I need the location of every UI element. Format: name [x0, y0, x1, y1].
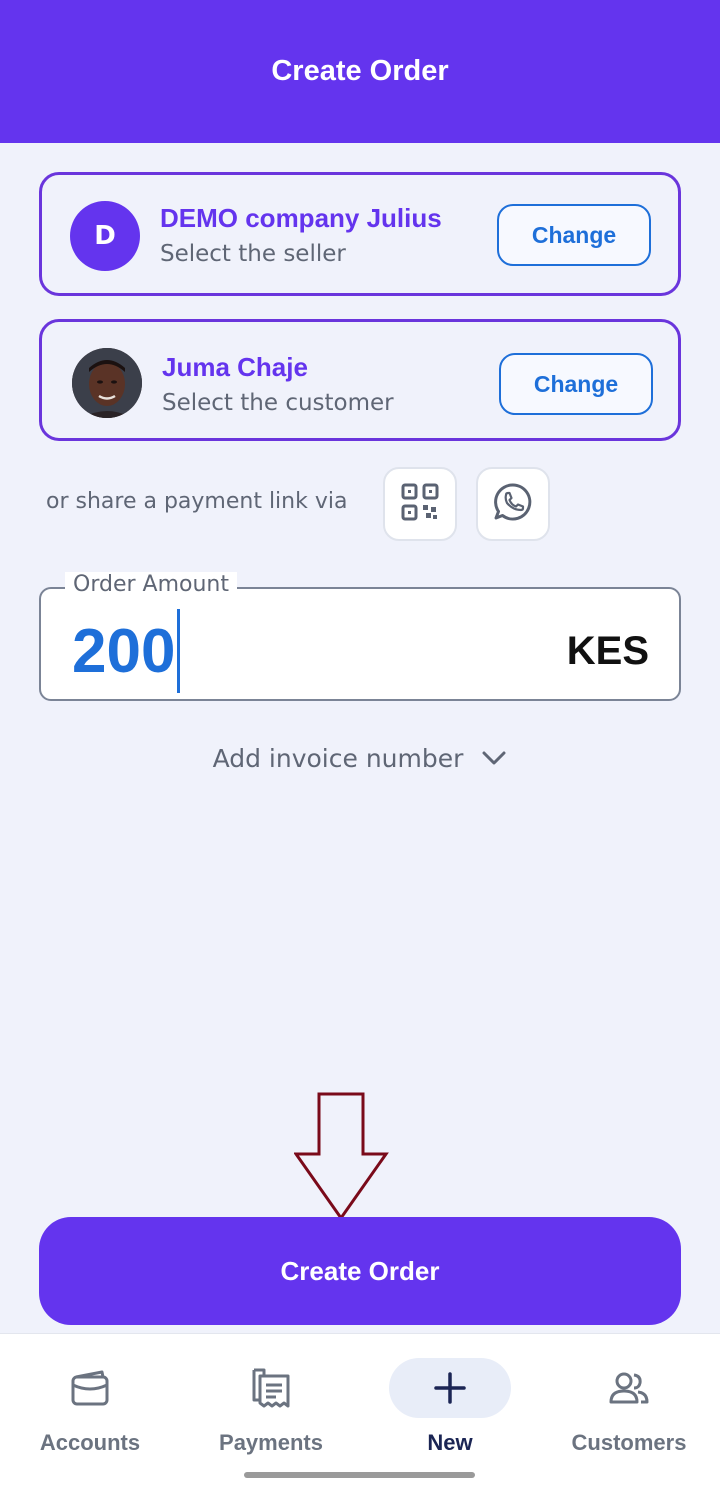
order-amount-field[interactable]: Order Amount 200 KES — [39, 572, 681, 701]
create-order-button[interactable]: Create Order — [39, 1217, 681, 1325]
nav-item-payments[interactable]: Payments — [181, 1358, 361, 1458]
seller-card[interactable]: D DEMO company Julius Select the seller … — [39, 172, 681, 296]
customer-card[interactable]: Juma Chaje Select the customer Change — [39, 319, 681, 441]
wallet-icon — [70, 1358, 110, 1418]
order-amount-label: Order Amount — [65, 572, 237, 597]
currency-code: KES — [566, 629, 649, 673]
home-indicator[interactable] — [244, 1472, 475, 1478]
page-title: Create Order — [271, 55, 449, 87]
nav-item-accounts[interactable]: Accounts — [0, 1358, 180, 1458]
down-arrow-annotation-icon — [293, 1092, 390, 1221]
receipt-icon — [251, 1358, 291, 1418]
customer-name: Juma Chaje — [162, 352, 308, 382]
whatsapp-icon — [493, 482, 533, 526]
customer-avatar — [72, 348, 142, 418]
nav-label-accounts: Accounts — [39, 1430, 141, 1455]
users-icon — [608, 1358, 650, 1418]
order-amount-input[interactable]: 200 — [72, 609, 181, 693]
seller-subtitle: Select the seller — [160, 241, 346, 267]
add-invoice-toggle[interactable]: Add invoice number — [0, 738, 720, 778]
change-customer-button[interactable]: Change — [499, 353, 653, 415]
nav-label-payments: Payments — [219, 1430, 323, 1455]
order-amount-value: 200 — [72, 616, 176, 686]
app-header: Create Order — [0, 0, 720, 143]
nav-label-new: New — [427, 1430, 473, 1455]
qr-code-icon — [401, 483, 439, 525]
seller-name: DEMO company Julius — [160, 203, 442, 233]
share-whatsapp-button[interactable] — [476, 467, 550, 541]
text-caret — [177, 609, 181, 693]
nav-item-new[interactable]: New — [360, 1358, 540, 1458]
nav-item-customers[interactable]: Customers — [539, 1358, 719, 1458]
customer-subtitle: Select the customer — [162, 390, 394, 416]
seller-avatar: D — [70, 201, 140, 271]
change-seller-button[interactable]: Change — [497, 204, 651, 266]
plus-icon — [389, 1358, 511, 1418]
chevron-down-icon — [481, 750, 507, 766]
bottom-navigation: Accounts Payments New Customers — [0, 1333, 720, 1493]
share-link-text: or share a payment link via — [46, 489, 348, 514]
add-invoice-label: Add invoice number — [212, 743, 464, 773]
share-qr-button[interactable] — [383, 467, 457, 541]
nav-label-customers: Customers — [571, 1430, 687, 1455]
